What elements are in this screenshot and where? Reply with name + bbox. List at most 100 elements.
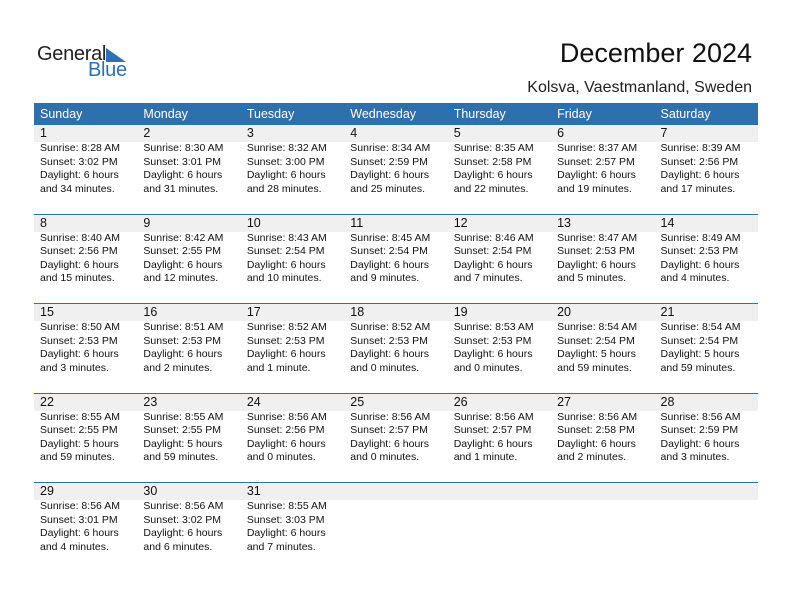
day-number: 15 xyxy=(40,305,54,319)
daylight-hours-text: Daylight: 6 hours xyxy=(660,437,740,450)
sunset-text: Sunset: 2:56 PM xyxy=(40,245,118,257)
daylight-hours-text: Daylight: 6 hours xyxy=(40,258,119,271)
day-number: 30 xyxy=(143,484,158,498)
sunset-text: Sunset: 2:54 PM xyxy=(557,334,635,347)
weeks-container: 1 Sunrise: 8:28 AM Sunset: 3:02 PM Daylight… xyxy=(34,125,758,572)
day-cell: 18 Sunrise: 8:52 AM Sunset: 2:53 PM Dayligh… xyxy=(344,304,447,375)
sunset-text: Sunset: 3:03 PM xyxy=(246,513,325,526)
daylight-hours-text: Daylight: 5 hours xyxy=(143,437,223,450)
weekday-thursday: Thursday xyxy=(453,107,506,121)
sunrise-text: Sunrise: 8:56 AM xyxy=(660,410,741,423)
day-cell: 11 Sunrise: 8:45 AM Sunset: 2:54 PM Dayligh… xyxy=(344,215,447,286)
day-cell: 24 Sunrise: 8:56 AM Sunset: 2:56 PM Dayligh… xyxy=(241,394,344,465)
daylight-hours-text: Daylight: 6 hours xyxy=(557,437,636,450)
daylight-minutes-text: and 12 minutes. xyxy=(143,272,219,284)
sunrise-text: Sunrise: 8:28 AM xyxy=(40,142,120,154)
sunset-text: Sunset: 2:55 PM xyxy=(143,424,222,436)
daylight-hours-text: Daylight: 6 hours xyxy=(453,169,533,181)
day-cell: 30 Sunrise: 8:56 AM Sunset: 3:02 PM Dayligh… xyxy=(137,483,240,554)
daylight-hours-text: Daylight: 5 hours xyxy=(557,348,636,360)
week-cells: 15 Sunrise: 8:50 AM Sunset: 2:53 PM Dayligh… xyxy=(34,304,758,375)
sunset-text: Sunset: 2:54 PM xyxy=(453,245,532,257)
day-number: 2 xyxy=(143,126,151,140)
daylight-hours-text: Daylight: 6 hours xyxy=(557,169,636,181)
daylight-hours-text: Daylight: 6 hours xyxy=(350,437,430,450)
day-number: 9 xyxy=(143,215,151,230)
daylight-minutes-text: and 0 minutes. xyxy=(246,451,316,463)
sunrise-text: Sunrise: 8:56 AM xyxy=(453,410,534,423)
day-cell: 12 Sunrise: 8:46 AM Sunset: 2:54 PM Dayligh… xyxy=(448,215,551,286)
day-cell: 23 Sunrise: 8:55 AM Sunset: 2:55 PM Dayligh… xyxy=(137,394,240,465)
daylight-minutes-text: and 25 minutes. xyxy=(350,182,425,195)
daylight-hours-text: Daylight: 6 hours xyxy=(557,258,636,271)
sunset-text: Sunset: 2:54 PM xyxy=(350,245,428,257)
day-number: 3 xyxy=(246,126,254,140)
day-number: 7 xyxy=(660,126,668,140)
day-cell: 14 Sunrise: 8:49 AM Sunset: 2:53 PM Dayligh… xyxy=(655,215,758,286)
sunset-text: Sunset: 2:54 PM xyxy=(660,334,739,347)
sunset-text: Sunset: 2:56 PM xyxy=(660,155,739,168)
daylight-hours-text: Daylight: 6 hours xyxy=(246,527,326,539)
daylight-minutes-text: and 28 minutes. xyxy=(246,182,322,195)
day-cell: 26 Sunrise: 8:56 AM Sunset: 2:57 PM Dayligh… xyxy=(448,394,551,465)
daylight-minutes-text: and 10 minutes. xyxy=(246,272,322,284)
day-number: 14 xyxy=(660,215,675,230)
sunset-text: Sunset: 2:54 PM xyxy=(246,245,325,257)
day-number: 31 xyxy=(246,484,261,498)
week-cells: 1 Sunrise: 8:28 AM Sunset: 3:02 PM Daylight… xyxy=(34,125,758,196)
daylight-minutes-text: and 34 minutes. xyxy=(40,182,115,195)
day-number: 21 xyxy=(660,305,675,319)
day-number: 24 xyxy=(246,394,261,409)
sunrise-text: Sunrise: 8:53 AM xyxy=(453,321,534,333)
sunrise-text: Sunrise: 8:56 AM xyxy=(557,410,638,423)
sunset-text: Sunset: 3:02 PM xyxy=(143,513,222,526)
daylight-hours-text: Daylight: 6 hours xyxy=(40,169,119,181)
daylight-hours-text: Daylight: 6 hours xyxy=(350,348,430,360)
day-number: 6 xyxy=(557,126,565,140)
daylight-minutes-text: and 59 minutes. xyxy=(557,361,632,374)
day-number: 11 xyxy=(350,215,364,230)
day-number: 23 xyxy=(143,394,158,409)
day-cell: 9 Sunrise: 8:42 AM Sunset: 2:55 PM Daylight… xyxy=(137,215,240,286)
sunrise-text: Sunrise: 8:49 AM xyxy=(660,231,741,244)
sunset-text: Sunset: 2:58 PM xyxy=(453,155,532,168)
week-row: 29 Sunrise: 8:56 AM Sunset: 3:01 PM Dayligh… xyxy=(34,482,758,572)
sunrise-text: Sunrise: 8:39 AM xyxy=(660,142,741,154)
day-cell: 3 Sunrise: 8:32 AM Sunset: 3:00 PM Daylight… xyxy=(241,125,344,196)
sunset-text: Sunset: 3:01 PM xyxy=(143,155,222,168)
day-cell: 15 Sunrise: 8:50 AM Sunset: 2:53 PM Dayligh… xyxy=(34,304,137,375)
sunrise-text: Sunrise: 8:56 AM xyxy=(40,500,120,512)
day-number: 10 xyxy=(246,215,261,230)
daylight-minutes-text: and 22 minutes. xyxy=(453,182,529,195)
daylight-hours-text: Daylight: 6 hours xyxy=(660,169,740,181)
daylight-hours-text: Daylight: 6 hours xyxy=(453,437,533,450)
day-cell: 29 Sunrise: 8:56 AM Sunset: 3:01 PM Dayligh… xyxy=(34,483,137,554)
sunrise-text: Sunrise: 8:42 AM xyxy=(143,231,224,244)
sunrise-text: Sunrise: 8:55 AM xyxy=(40,410,120,423)
sunrise-text: Sunrise: 8:51 AM xyxy=(143,321,224,333)
day-cell: 1 Sunrise: 8:28 AM Sunset: 3:02 PM Daylight… xyxy=(34,125,137,196)
daylight-minutes-text: and 59 minutes. xyxy=(40,451,115,463)
day-cell: 8 Sunrise: 8:40 AM Sunset: 2:56 PM Daylight… xyxy=(34,215,137,286)
daylight-minutes-text: and 0 minutes. xyxy=(453,361,523,374)
weekday-sunday: Sunday xyxy=(40,107,83,121)
day-number: 1 xyxy=(40,126,47,140)
daylight-hours-text: Daylight: 5 hours xyxy=(660,348,740,360)
day-number: 5 xyxy=(453,126,461,140)
weekday-header: Sunday Monday Tuesday Wednesday Thursday… xyxy=(34,103,758,125)
sunset-text: Sunset: 2:53 PM xyxy=(660,245,739,257)
daylight-minutes-text: and 17 minutes. xyxy=(660,182,736,195)
daylight-minutes-text: and 6 minutes. xyxy=(143,540,213,553)
day-cell: 25 Sunrise: 8:56 AM Sunset: 2:57 PM Dayligh… xyxy=(344,394,447,465)
daylight-hours-text: Daylight: 6 hours xyxy=(143,258,223,271)
sunrise-text: Sunrise: 8:54 AM xyxy=(557,321,638,333)
day-number: 29 xyxy=(40,484,54,498)
sunrise-text: Sunrise: 8:54 AM xyxy=(660,321,741,333)
sunrise-text: Sunrise: 8:30 AM xyxy=(143,142,224,154)
day-number: 28 xyxy=(660,394,675,409)
sunrise-text: Sunrise: 8:56 AM xyxy=(143,500,224,512)
daylight-minutes-text: and 4 minutes. xyxy=(40,540,109,553)
brand-logo-text-blue: Blue xyxy=(88,59,127,81)
sunset-text: Sunset: 3:02 PM xyxy=(40,155,118,168)
sunset-text: Sunset: 2:55 PM xyxy=(143,245,222,257)
